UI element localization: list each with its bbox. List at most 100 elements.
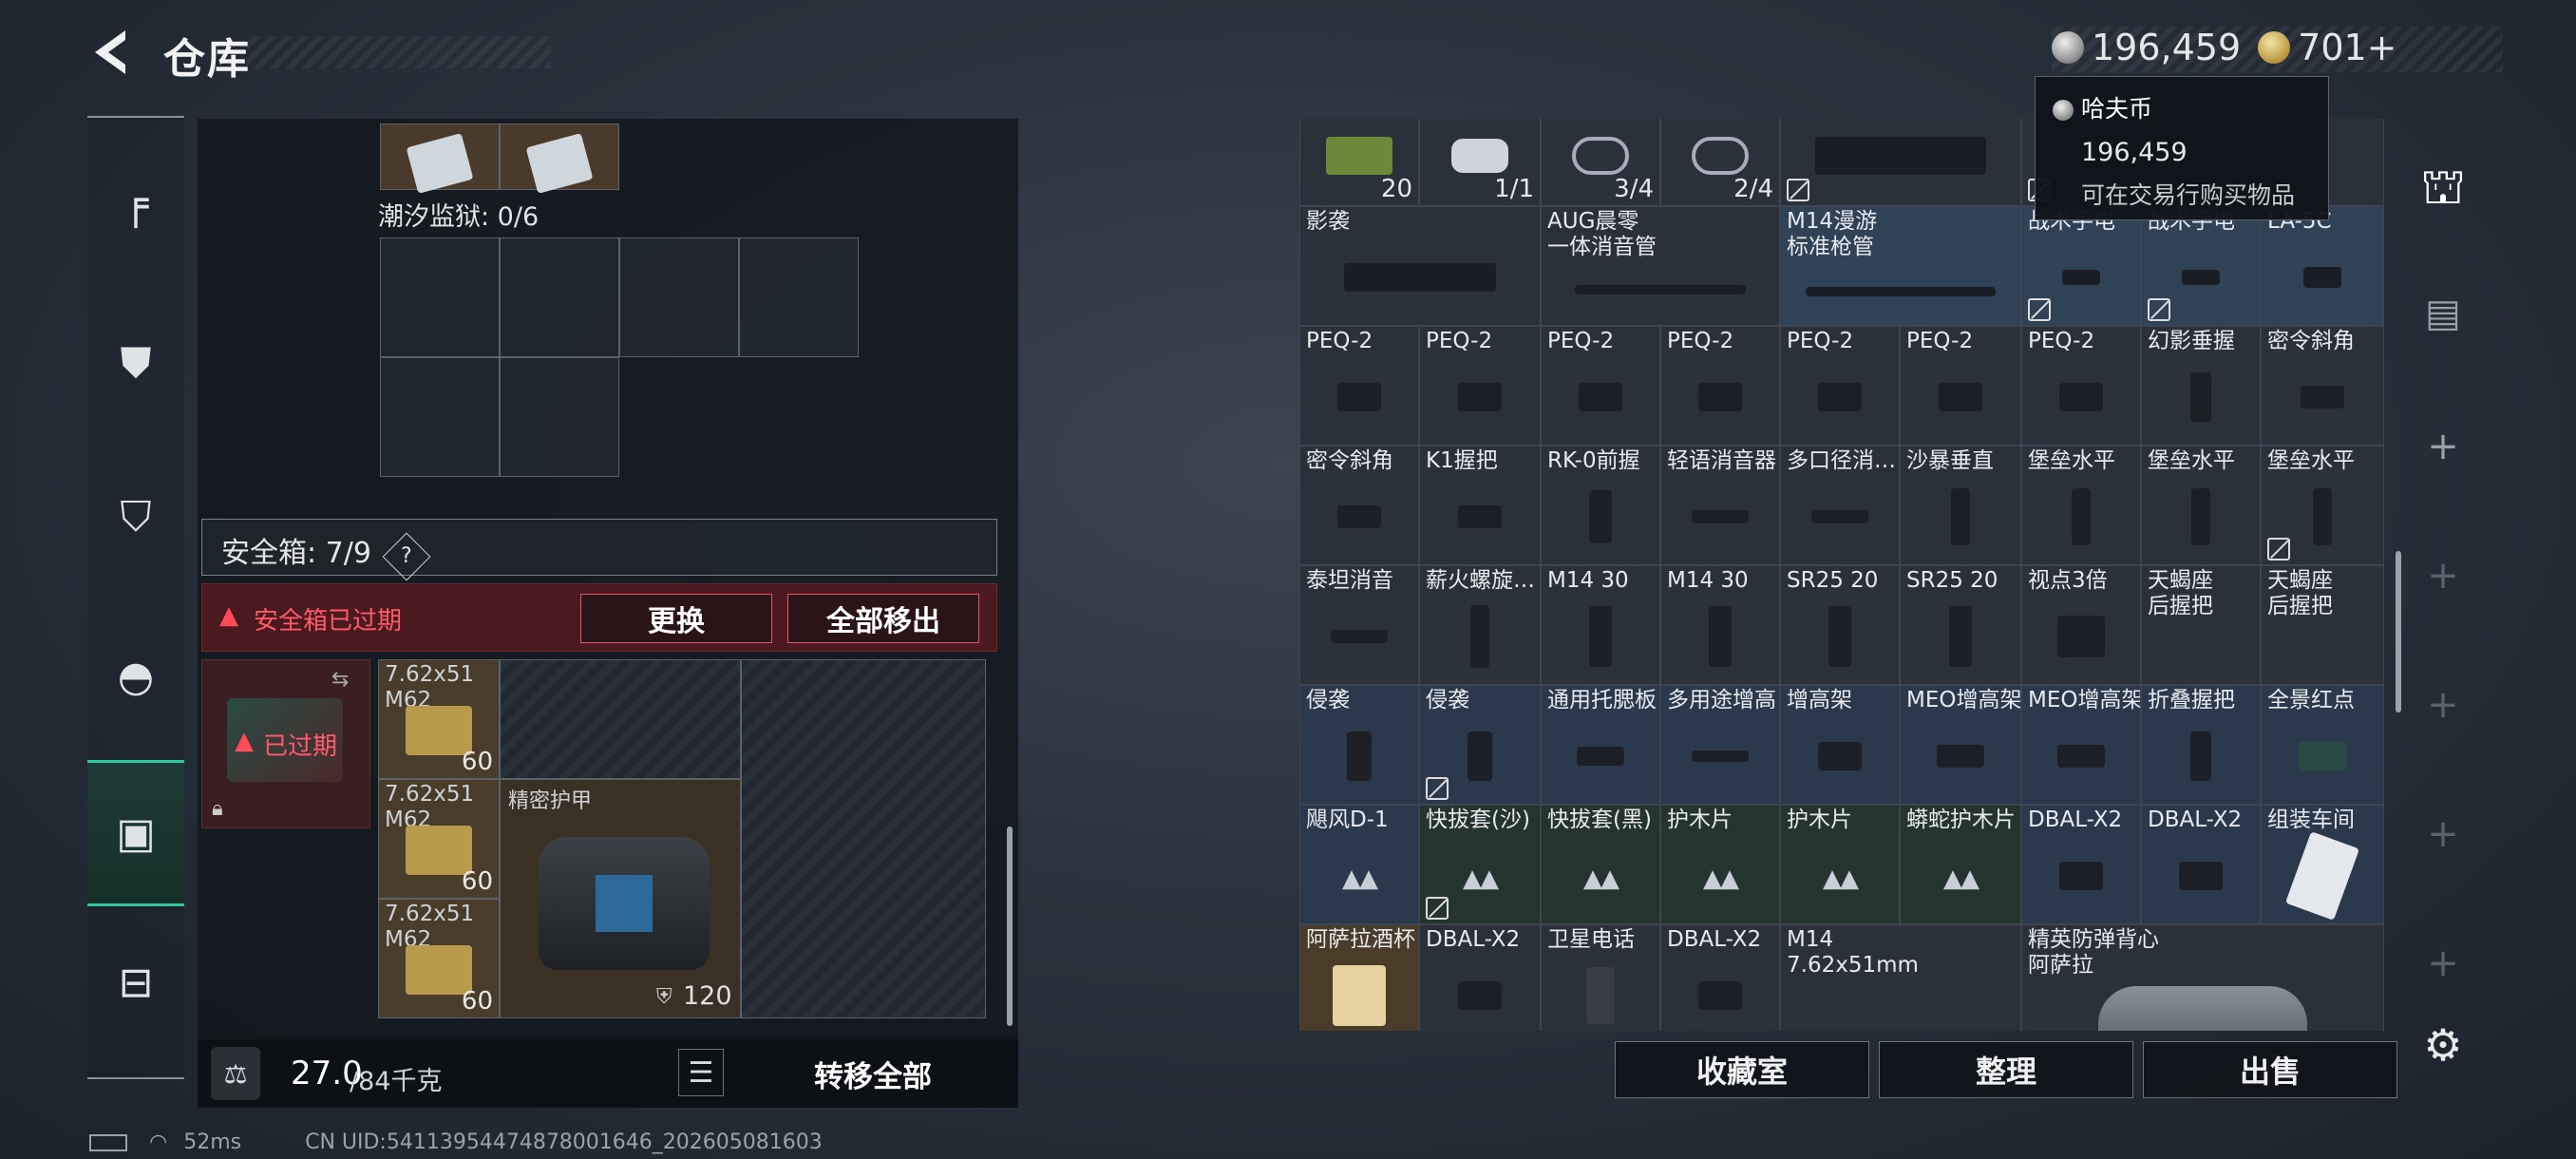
grid-item[interactable]: 1/1 [1419, 119, 1541, 206]
grid-item[interactable]: 快拔套(沙) ▲▲ [1419, 805, 1541, 924]
add-tab-icon[interactable]: + [2399, 916, 2487, 1011]
back-icon[interactable] [87, 27, 135, 78]
grid-item[interactable]: DBAL-X2 [2021, 805, 2141, 924]
grid-item[interactable]: 影袭 [1299, 206, 1541, 326]
empty-slot[interactable] [500, 659, 741, 779]
grid-item[interactable]: RK-0前握 [1541, 446, 1660, 565]
grid-item[interactable]: PEQ-2 [1900, 326, 2021, 446]
silver-balance[interactable]: 196,459 [2092, 27, 2241, 68]
grid-item[interactable]: 护木片 ▲▲ [1660, 805, 1780, 924]
grid-item[interactable]: MEO增高架 [1900, 685, 2021, 805]
grid-item[interactable]: 通用托腮板 [1541, 685, 1660, 805]
grid-item[interactable]: 幻影垂握 [2141, 326, 2261, 446]
grid-item[interactable]: PEQ-2 [1541, 326, 1660, 446]
gear-icon[interactable]: ⚙ [2399, 998, 2487, 1092]
grid-item[interactable]: 沙暴垂直 [1900, 446, 2021, 565]
grid-item[interactable]: 战术手电 [2021, 206, 2141, 326]
grid-item[interactable]: 堡垒水平 [2261, 446, 2384, 565]
nav-weapon[interactable]: ╒ [87, 156, 184, 251]
grid-item[interactable]: 薪火螺旋… [1419, 565, 1541, 685]
help-icon[interactable]: ? [383, 532, 431, 581]
grid-item[interactable]: M14 7.62x51mm [1780, 924, 2021, 1031]
grid-item[interactable]: M14 30 [1541, 565, 1660, 685]
grid-item[interactable]: DBAL-X2 [2141, 805, 2261, 924]
grid-item[interactable]: 侵袭 [1299, 685, 1419, 805]
grid-item[interactable]: SR25 20 [1780, 565, 1900, 685]
grid-item[interactable]: 泰坦消音 [1299, 565, 1419, 685]
swap-icon[interactable]: ⇆ [331, 668, 349, 692]
grid-item[interactable]: 天蝎座 后握把 [2261, 565, 2384, 685]
grid-item[interactable]: 天蝎座 后握把 [2141, 565, 2261, 685]
empty-slot[interactable] [500, 357, 619, 477]
add-tab-icon[interactable]: + [2399, 528, 2487, 623]
empty-slot[interactable] [741, 659, 986, 1018]
grid-item[interactable]: 组装车间 [2261, 805, 2384, 924]
transfer-all-button[interactable]: 转移全部 [745, 1045, 1001, 1102]
grid-item[interactable]: 快拔套(黑) ▲▲ [1541, 805, 1660, 924]
grid-item[interactable]: 折叠握把 [2141, 685, 2261, 805]
grid-item[interactable]: 精英防弹背心 阿萨拉 [2021, 924, 2384, 1031]
grid-item[interactable]: MEO增高架 [2021, 685, 2141, 805]
organize-button[interactable]: 整理 [1879, 1041, 2133, 1098]
ammo-slot[interactable]: 7.62x51 M62 60 [378, 779, 500, 899]
ammo-slot[interactable]: 7.62x51 M62 60 [378, 659, 500, 779]
nav-backpack-a[interactable]: ⛉ [87, 469, 184, 564]
grid-item[interactable]: 飓风D-1 ▲▲ [1299, 805, 1419, 924]
replace-button[interactable]: 更换 [580, 594, 772, 643]
grid-item[interactable]: 护木片 ▲▲ [1780, 805, 1900, 924]
nav-pouch[interactable]: ◓ [87, 629, 184, 724]
grid-item[interactable]: M14 30 [1660, 565, 1780, 685]
grid-item[interactable]: PEQ-2 [1419, 326, 1541, 446]
grid-item[interactable]: AUG晨零 一体消音管 [1541, 206, 1780, 326]
grid-item[interactable]: 2/4 [1660, 119, 1780, 206]
gold-balance[interactable]: 701+ [2298, 27, 2396, 68]
grid-item[interactable]: 多口径消… [1780, 446, 1900, 565]
empty-slot[interactable] [380, 357, 500, 477]
grid-item[interactable]: K1握把 [1419, 446, 1541, 565]
grid-item[interactable]: 蟒蛇护木片 ▲▲ [1900, 805, 2021, 924]
collection-room-button[interactable]: 收藏室 [1615, 1041, 1869, 1098]
storage-tab-icon[interactable]: ⛫ [2399, 142, 2487, 238]
add-tab-icon[interactable]: + [2399, 399, 2487, 494]
grid-item[interactable]: 密令斜角 [1299, 446, 1419, 565]
grid-item[interactable]: 轻语消音器 [1660, 446, 1780, 565]
grid-item[interactable]: 堡垒水平 [2141, 446, 2261, 565]
add-tab-icon[interactable]: + [2399, 657, 2487, 752]
ammo-slot[interactable]: 7.62x51 M62 60 [378, 899, 500, 1018]
grid-item[interactable]: 增高架 [1780, 685, 1900, 805]
grid-item[interactable]: 全景红点 [2261, 685, 2384, 805]
vault-tab-icon[interactable]: ▤ [2399, 266, 2487, 361]
item-icon [2179, 862, 2223, 891]
grid-item[interactable]: DBAL-X2 [1660, 924, 1780, 1031]
armor-slot[interactable]: 精密护甲 ⛨ 120 [500, 779, 741, 1018]
grid-item[interactable]: 20 [1299, 119, 1419, 206]
grid-item[interactable]: PEQ-2 [1660, 326, 1780, 446]
grid-item[interactable]: PEQ-2 [1780, 326, 1900, 446]
grid-item[interactable]: 卫星电话 [1541, 924, 1660, 1031]
grid-item[interactable]: PEQ-2 [1299, 326, 1419, 446]
item-icon [1709, 606, 1732, 668]
grid-item[interactable]: LA-5C [2261, 206, 2384, 326]
nav-toolbox[interactable]: ⊟ [87, 935, 184, 1030]
grid-item[interactable] [1780, 119, 2021, 206]
grid-item[interactable]: 多用途增高 [1660, 685, 1780, 805]
grid-item[interactable]: 阿萨拉酒杯 [1299, 924, 1419, 1031]
nav-safebox[interactable]: ▣ [87, 760, 184, 906]
grid-item[interactable]: 堡垒水平 [2021, 446, 2141, 565]
grid-item[interactable]: 3/4 [1541, 119, 1660, 206]
grid-item[interactable]: 侵袭 [1419, 685, 1541, 805]
grid-item[interactable]: 视点3倍 [2021, 565, 2141, 685]
grid-item[interactable]: 密令斜角 [2261, 326, 2384, 446]
grid-item[interactable]: SR25 20 [1900, 565, 2021, 685]
grid-item[interactable]: 战术手电 [2141, 206, 2261, 326]
list-view-icon[interactable]: ☰ [678, 1049, 724, 1096]
safebox-case[interactable]: ▲ 已过期 🔒︎ ⇆ [201, 659, 370, 828]
grid-item[interactable]: PEQ-2 [2021, 326, 2141, 446]
sell-button[interactable]: 出售 [2143, 1041, 2397, 1098]
remove-all-button[interactable]: 全部移出 [787, 594, 979, 643]
grid-item[interactable]: M14漫游 标准枪管 [1780, 206, 2021, 326]
grid-item[interactable]: DBAL-X2 [1419, 924, 1541, 1031]
add-tab-icon[interactable]: + [2399, 787, 2487, 882]
left-scrollbar[interactable] [1007, 826, 1013, 1026]
nav-vest[interactable]: ⛊ [87, 315, 184, 410]
